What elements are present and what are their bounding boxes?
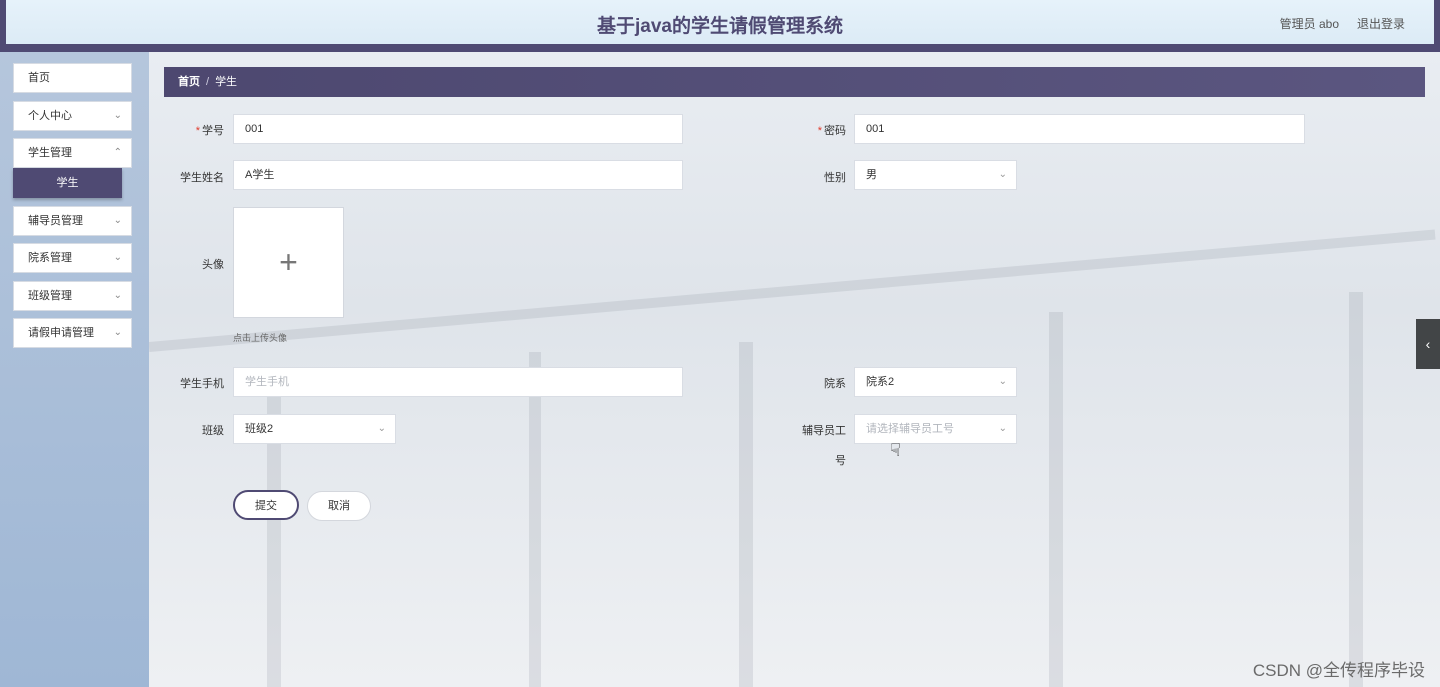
breadcrumb-current: 学生	[215, 76, 238, 88]
student-id-input[interactable]: 001	[233, 114, 683, 144]
chevron-down-icon: ⌄	[998, 423, 1007, 434]
sidebar-subitem-student[interactable]: 学生	[13, 168, 122, 198]
department-label: 院系	[824, 378, 846, 390]
chevron-down-icon: ⌄	[113, 110, 122, 121]
breadcrumb-home[interactable]: 首页	[178, 76, 200, 88]
sidebar-item-label: 首页	[28, 72, 50, 84]
side-panel-toggle[interactable]: ‹	[1416, 319, 1440, 369]
header-panel: 基于java的学生请假管理系统 管理员 abo 退出登录	[6, 0, 1434, 44]
submit-button[interactable]: 提交	[233, 490, 299, 520]
department-select[interactable]: 院系2 ⌄	[854, 367, 1017, 397]
counselor-id-label: 辅导员工	[802, 425, 846, 437]
chevron-down-icon: ⌄	[113, 252, 122, 263]
chevron-down-icon: ⌄	[113, 215, 122, 226]
phone-input[interactable]: 学生手机	[233, 367, 683, 397]
sidebar-item-counselor-management[interactable]: 辅导员管理 ⌄	[13, 206, 132, 236]
chevron-down-icon: ⌄	[377, 423, 386, 434]
sidebar-item-class-management[interactable]: 班级管理 ⌄	[13, 281, 132, 311]
sidebar-item-department-management[interactable]: 院系管理 ⌄	[13, 243, 132, 273]
sidebar-item-label: 辅导员管理	[28, 215, 83, 227]
cancel-button[interactable]: 取消	[307, 491, 371, 521]
class-select[interactable]: 班级2 ⌄	[233, 414, 396, 444]
sidebar-item-label: 学生管理	[28, 147, 72, 159]
app-title: 基于java的学生请假管理系统	[597, 16, 843, 37]
department-select-value: 院系2	[866, 376, 895, 388]
chevron-down-icon: ⌄	[113, 290, 122, 301]
counselor-id-select[interactable]: 请选择辅导员工号 ⌄	[854, 414, 1017, 444]
chevron-up-icon: ⌃	[113, 147, 122, 158]
watermark: CSDN @全传程序毕设	[1252, 661, 1425, 680]
breadcrumb: 首页 / 学生	[164, 67, 1425, 97]
gender-select[interactable]: 男 ⌄	[854, 160, 1017, 190]
phone-label: 学生手机	[180, 378, 224, 390]
background-decoration	[739, 342, 753, 687]
student-name-label: 学生姓名	[180, 172, 224, 184]
background-decoration	[1049, 312, 1063, 687]
counselor-id-label-line2: 号	[835, 455, 846, 467]
counselor-id-placeholder: 请选择辅导员工号	[866, 423, 954, 435]
gender-select-value: 男	[866, 169, 877, 181]
password-input[interactable]: 001	[854, 114, 1305, 144]
student-id-label: * 学号	[195, 125, 224, 137]
sidebar-item-label: 请假申请管理	[28, 327, 94, 339]
top-header: 基于java的学生请假管理系统 管理员 abo 退出登录	[0, 0, 1440, 52]
sidebar-item-student-management[interactable]: 学生管理 ⌃	[13, 138, 132, 168]
gender-label: 性别	[824, 172, 846, 184]
sidebar-item-personal-center[interactable]: 个人中心 ⌄	[13, 101, 132, 131]
logout-link[interactable]: 退出登录	[1357, 15, 1405, 32]
plus-icon: +	[279, 244, 298, 280]
password-label: * 密码	[817, 125, 846, 137]
avatar-upload[interactable]: +	[233, 207, 344, 318]
breadcrumb-separator: /	[206, 76, 210, 88]
required-mark: *	[195, 125, 200, 137]
chevron-down-icon: ⌄	[113, 327, 122, 338]
sidebar-item-leave-application-management[interactable]: 请假申请管理 ⌄	[13, 318, 132, 348]
sidebar: 首页 个人中心 ⌄ 学生管理 ⌃ 学生 辅导员管理 ⌄ 院系管理 ⌄ 班级管理 …	[0, 52, 149, 687]
student-name-input[interactable]: A学生	[233, 160, 683, 190]
pointer-cursor-icon: ☟	[890, 440, 901, 460]
background-decoration	[529, 352, 541, 687]
current-user-label: 管理员 abo	[1279, 17, 1339, 31]
avatar-label: 头像	[202, 259, 224, 271]
sidebar-item-label: 院系管理	[28, 252, 72, 264]
chevron-down-icon: ⌄	[998, 169, 1007, 180]
class-select-value: 班级2	[245, 423, 274, 435]
main-content: 首页 / 学生 * 学号 001 * 密码 001 学生姓名 A学生 性别 男 ⌄ 头像…	[149, 52, 1440, 687]
sidebar-item-label: 班级管理	[28, 290, 72, 302]
class-label: 班级	[202, 425, 224, 437]
required-mark: *	[817, 125, 822, 137]
avatar-upload-hint: 点击上传头像	[233, 333, 288, 343]
chevron-down-icon: ⌄	[998, 376, 1007, 387]
chevron-left-icon: ‹	[1425, 336, 1431, 352]
background-decoration	[1349, 292, 1363, 687]
sidebar-item-home[interactable]: 首页	[13, 63, 132, 93]
sidebar-item-label: 个人中心	[28, 110, 72, 122]
